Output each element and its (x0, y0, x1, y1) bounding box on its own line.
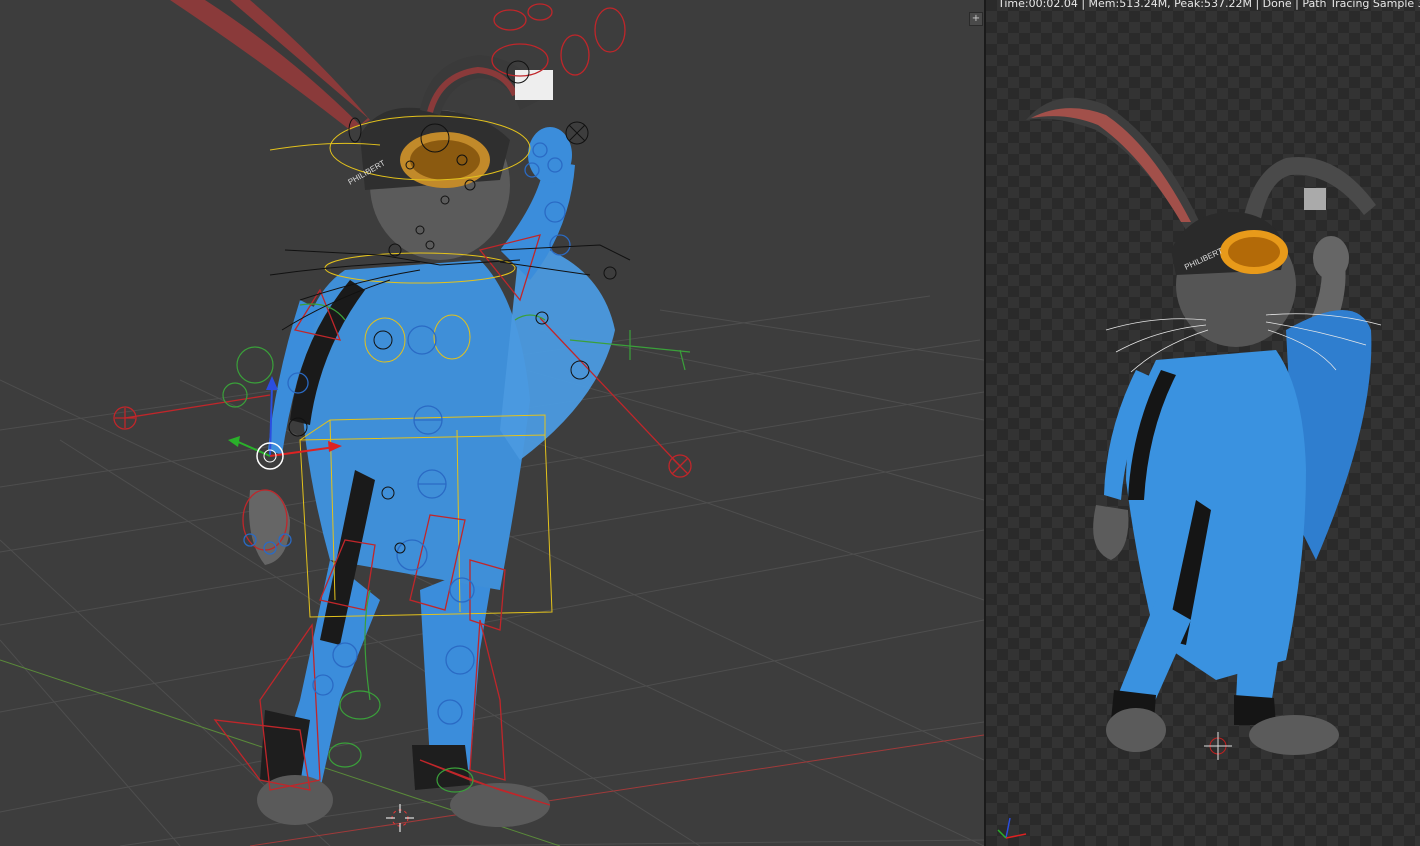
rendered-character: PHILIBERT (1026, 97, 1382, 755)
render-3d-cursor (1204, 732, 1232, 760)
area-split-handle-left[interactable]: + (969, 12, 983, 26)
3d-cursor[interactable] (386, 804, 414, 832)
3d-viewport[interactable]: PHILIBERT (0, 0, 984, 846)
rendered-preview: PHILIBERT (997, 97, 1382, 839)
viewport-scene[interactable]: PHILIBERT (0, 0, 984, 846)
rendered-viewport[interactable]: Time:00:02.04 | Mem:513.24M, Peak:537.22… (986, 0, 1420, 846)
character-model[interactable] (170, 0, 615, 827)
axis-orientation-gizmo (997, 817, 1027, 839)
